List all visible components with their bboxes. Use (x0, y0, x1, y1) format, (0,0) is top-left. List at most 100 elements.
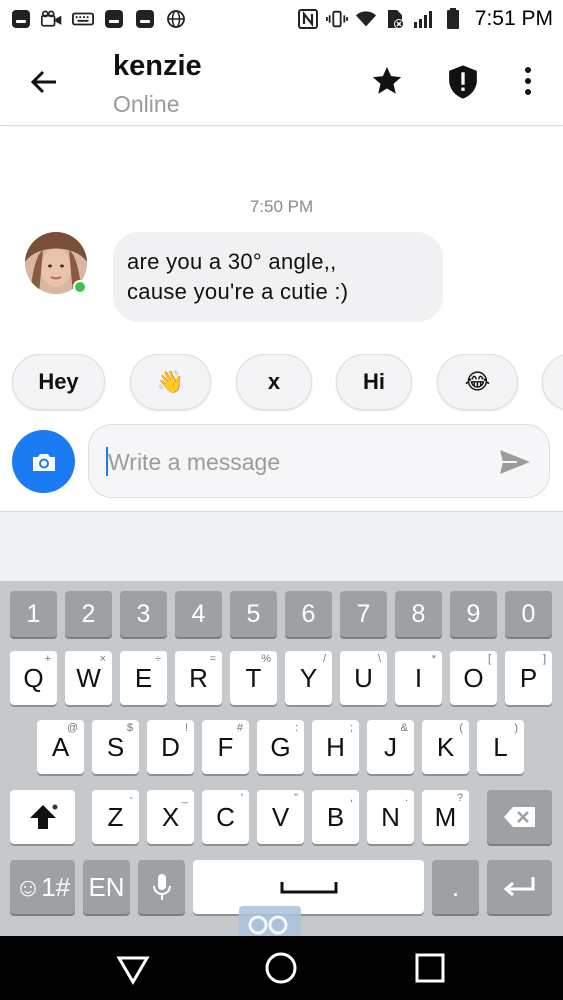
contact-name[interactable]: kenzie (113, 50, 202, 83)
backspace-key[interactable] (487, 790, 552, 844)
chat-header: kenzie Online (0, 38, 563, 126)
quick-reply-chip[interactable]: Hi (336, 354, 412, 410)
key-label: D (161, 731, 180, 762)
key-6[interactable]: 6 (285, 591, 332, 637)
key-label: Z (107, 801, 124, 832)
key-label: N (381, 801, 400, 832)
key-1[interactable]: 1 (10, 591, 57, 637)
key-hint: ! (184, 722, 188, 734)
key-label: 4 (191, 599, 206, 628)
key-t[interactable]: T% (230, 651, 277, 705)
key-0[interactable]: 0 (505, 591, 552, 637)
key-i[interactable]: I * (395, 651, 442, 705)
key-hint: ) (514, 722, 518, 734)
key-j[interactable]: J & (367, 720, 414, 774)
key-h[interactable]: H; (312, 720, 359, 774)
key-2[interactable]: 2 (65, 591, 112, 637)
key-label: 0 (521, 599, 536, 628)
key-hint: \ (377, 653, 381, 665)
messages-icon (134, 9, 156, 29)
key-label: Y (299, 662, 318, 693)
key-d[interactable]: D! (147, 720, 194, 774)
key-8[interactable]: 8 (395, 591, 442, 637)
key-label: 8 (411, 599, 426, 628)
recents-square-icon[interactable] (412, 950, 448, 986)
symbols-key[interactable]: ☺1# (10, 860, 75, 914)
quick-reply-chip[interactable]: Hey (12, 354, 105, 410)
key-n[interactable]: N. (367, 790, 414, 844)
key-hint: + (44, 653, 51, 665)
nfc-icon (297, 9, 319, 29)
key-hint: " (294, 792, 298, 804)
message-input-placeholder: Write a message (108, 449, 281, 475)
key-4[interactable]: 4 (175, 591, 222, 637)
send-icon[interactable] (499, 447, 531, 477)
key-a[interactable]: A @ (37, 720, 84, 774)
notification-icons (10, 9, 187, 29)
home-circle-icon[interactable] (263, 950, 299, 986)
wifi-icon (355, 9, 377, 29)
key-q[interactable]: Q + (10, 651, 57, 705)
period-key[interactable]: . (432, 860, 479, 914)
space-key[interactable] (193, 860, 424, 914)
key-label: 3 (136, 599, 151, 628)
camera-button[interactable] (12, 430, 75, 493)
key-k[interactable]: K( (422, 720, 469, 774)
keyboard-icon (72, 9, 94, 29)
quick-reply-chip-partial[interactable] (542, 354, 563, 410)
message-thread: 7:50 PM are you a 30° angle,, cause you'… (0, 127, 563, 347)
key-b[interactable]: B, (312, 790, 359, 844)
more-vertical-icon[interactable] (518, 64, 538, 98)
enter-icon (503, 877, 534, 897)
back-arrow-icon[interactable] (28, 66, 60, 98)
key-7[interactable]: 7 (340, 591, 387, 637)
key-5[interactable]: 5 (230, 591, 277, 637)
enter-key[interactable] (487, 860, 552, 914)
key-w[interactable]: W × (65, 651, 112, 705)
shield-icon[interactable] (446, 64, 480, 100)
keyboard-handle[interactable] (239, 906, 301, 936)
key-s[interactable]: S $ (92, 720, 139, 774)
key-3[interactable]: 3 (120, 591, 167, 637)
key-g[interactable]: G: (257, 720, 304, 774)
key-r[interactable]: R = (175, 651, 222, 705)
key-hint: @ (66, 722, 78, 734)
quick-reply-chip[interactable]: 👋 (130, 354, 211, 410)
key-c[interactable]: C ' (202, 790, 249, 844)
key-hint: ? (456, 792, 463, 804)
key-hint: ; (349, 722, 353, 734)
key-hint: / (322, 653, 326, 665)
key-9[interactable]: 9 (450, 591, 497, 637)
soft-keyboard: 1 2 3 4 5 6 7 8 9 0 Q + W × E ÷ R = T% Y / U \ I * O[P] A @ S $ D! F # G:… (0, 581, 563, 936)
quick-reply-chip[interactable]: x (236, 354, 312, 410)
language-key[interactable]: EN (83, 860, 130, 914)
message-bubble: are you a 30° angle,, cause you're a cut… (113, 232, 443, 322)
message-input[interactable]: Write a message (88, 424, 550, 498)
key-y[interactable]: Y / (285, 651, 332, 705)
star-icon[interactable] (370, 64, 404, 98)
key-z[interactable]: Z- (92, 790, 139, 844)
key-label: S (106, 731, 125, 762)
key-x[interactable]: X _ (147, 790, 194, 844)
key-label: EN (88, 871, 125, 902)
key-label: E (134, 662, 153, 693)
key-m[interactable]: M? (422, 790, 469, 844)
system-icons: 7:51 PM (297, 7, 553, 31)
key-p[interactable]: P] (505, 651, 552, 705)
mic-key[interactable] (138, 860, 185, 914)
key-u[interactable]: U \ (340, 651, 387, 705)
back-triangle-icon[interactable] (115, 950, 151, 986)
signal-icon (413, 9, 435, 29)
key-o[interactable]: O[ (450, 651, 497, 705)
battery-icon (442, 8, 464, 29)
key-v[interactable]: V " (257, 790, 304, 844)
shift-key[interactable] (10, 790, 75, 844)
backspace-icon (503, 807, 535, 827)
key-label: X (161, 801, 180, 832)
key-e[interactable]: E ÷ (120, 651, 167, 705)
key-l[interactable]: L) (477, 720, 524, 774)
key-f[interactable]: F # (202, 720, 249, 774)
globe-icon (165, 9, 187, 29)
quick-reply-chip[interactable]: 😂 (437, 354, 518, 410)
quick-replies: Hey 👋 x Hi 😂 (0, 352, 563, 414)
